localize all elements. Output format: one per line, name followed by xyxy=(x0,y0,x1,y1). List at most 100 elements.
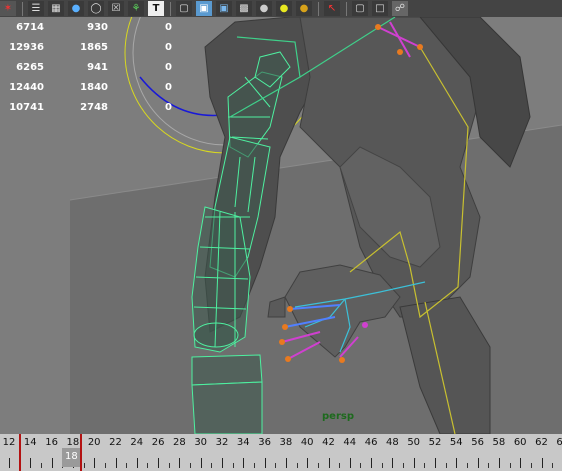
tick-mark-minor xyxy=(83,463,85,468)
viewport-toolbar: ✶ ☰ ▦ ● ◯ ☒ ⚘ T ▢ ▣ ▣ ▩ ● ● ● ↖ ▢ □ ☍ xyxy=(0,0,562,17)
tick-mark-minor xyxy=(339,463,341,468)
tick-mark xyxy=(498,458,500,468)
toolbar-separator xyxy=(318,1,319,16)
tick-mark-minor xyxy=(104,463,106,468)
layer-icon[interactable]: ☰ xyxy=(28,1,44,16)
node-icon[interactable]: ☍ xyxy=(392,1,408,16)
hud-row: 6265 941 0 xyxy=(4,57,172,77)
tick-label: 32 xyxy=(215,437,229,448)
current-frame-label: 18 xyxy=(65,451,78,462)
tick-label: 54 xyxy=(449,437,463,448)
hud-cell: 0 xyxy=(165,101,172,113)
tick-mark-minor xyxy=(275,463,277,468)
tick-mark-minor xyxy=(317,463,319,468)
hud-cell: 12440 xyxy=(9,81,44,93)
tick-mark-minor xyxy=(466,463,468,468)
tick-label: 44 xyxy=(343,437,357,448)
hud-cell: 6265 xyxy=(16,61,44,73)
tick-label: 42 xyxy=(322,437,335,448)
text-icon[interactable]: T xyxy=(148,1,164,16)
tick-mark-minor xyxy=(190,463,192,468)
tick-label: 64 xyxy=(556,437,562,448)
xray-icon[interactable]: ☒ xyxy=(108,1,124,16)
hud-row: 12936 1865 0 xyxy=(4,37,172,57)
hud-cell: 0 xyxy=(165,21,172,33)
tick-label: 58 xyxy=(492,437,506,448)
hud-cell: 12936 xyxy=(9,41,44,53)
tick-mark xyxy=(136,458,138,468)
tick-mark xyxy=(307,458,309,468)
frame-marker-current[interactable] xyxy=(80,434,82,471)
checker-icon[interactable]: ▩ xyxy=(236,1,252,16)
cube-textured-icon[interactable]: ▣ xyxy=(216,1,232,16)
tick-mark xyxy=(115,458,117,468)
light-icon[interactable]: ● xyxy=(276,1,292,16)
sphere-grey-icon[interactable]: ● xyxy=(256,1,272,16)
tick-mark xyxy=(200,458,202,468)
hud-cell: 0 xyxy=(165,81,172,93)
hud-cell: 930 xyxy=(87,21,108,33)
tick-label: 12 xyxy=(2,437,16,448)
tick-mark-minor xyxy=(552,463,554,468)
cube-small-2-icon[interactable]: □ xyxy=(372,1,388,16)
hud-cell: 0 xyxy=(165,61,172,73)
tick-mark xyxy=(222,458,223,468)
hud-cell: 0 xyxy=(165,41,172,53)
tick-label: 28 xyxy=(173,437,186,448)
tick-label: 46 xyxy=(364,437,378,448)
hud-cell: 941 xyxy=(87,61,108,73)
shaded-icon[interactable]: ● xyxy=(68,1,84,16)
cube-outline-icon[interactable]: ▢ xyxy=(176,1,192,16)
tick-mark xyxy=(392,458,394,468)
tick-mark-minor xyxy=(40,463,42,468)
tick-mark-minor xyxy=(168,463,170,468)
tick-label: 52 xyxy=(428,437,442,448)
hud-cell: 6714 xyxy=(16,21,44,33)
tick-mark xyxy=(30,458,32,468)
hud-cell: 10741 xyxy=(9,101,44,113)
sphere-gold-icon[interactable]: ● xyxy=(296,1,312,16)
tick-label: 22 xyxy=(109,437,122,448)
tick-mark xyxy=(243,458,245,468)
tick-mark xyxy=(349,458,351,468)
tick-label: 36 xyxy=(258,437,271,448)
tick-mark-minor xyxy=(445,463,447,468)
tick-mark xyxy=(456,458,458,468)
tick-label: 38 xyxy=(279,437,293,448)
tick-mark-minor xyxy=(296,463,298,468)
tick-label: 34 xyxy=(236,437,250,448)
cube-shaded-icon[interactable]: ▣ xyxy=(196,1,212,16)
camera-label: persp xyxy=(322,411,354,422)
wireframe-icon[interactable]: ◯ xyxy=(88,1,104,16)
tick-mark xyxy=(179,458,181,468)
3d-viewport[interactable]: 6714 930 0 12936 1865 0 6265 941 0 12440 1840 0 1074… xyxy=(0,17,562,434)
cube-small-icon[interactable]: ▢ xyxy=(352,1,368,16)
tick-label: 62 xyxy=(535,437,548,448)
frame-marker-left xyxy=(19,434,21,471)
hud-row: 12440 1840 0 xyxy=(4,77,172,97)
grid-display-icon[interactable]: ▦ xyxy=(48,1,64,16)
time-slider[interactable]: 12 14 16 18 20 22 24 26 28 30 32 34 36 38 40 42 44 46 48 50… xyxy=(0,434,562,471)
tick-mark-minor xyxy=(253,463,255,468)
tick-label: 14 xyxy=(23,437,37,448)
tick-mark xyxy=(541,458,543,468)
tick-label: 26 xyxy=(151,437,165,448)
hud-row: 6714 930 0 xyxy=(4,17,172,37)
pointer-icon[interactable]: ↖ xyxy=(324,1,340,16)
tick-mark xyxy=(285,458,287,468)
tick-mark xyxy=(328,458,330,468)
tick-mark xyxy=(520,458,522,468)
isolate-icon[interactable]: ⚘ xyxy=(128,1,144,16)
tick-mark-minor xyxy=(211,463,213,468)
tick-mark-minor xyxy=(530,463,532,468)
tick-mark xyxy=(413,458,415,468)
tick-mark xyxy=(9,458,10,468)
select-tool-icon[interactable]: ✶ xyxy=(0,1,16,16)
tick-mark xyxy=(94,458,96,468)
hud-cell: 1840 xyxy=(80,81,108,93)
tick-mark-minor xyxy=(147,463,149,468)
tick-mark-minor xyxy=(403,463,405,468)
hud-cell: 1865 xyxy=(80,41,108,53)
tick-mark-minor xyxy=(232,463,234,468)
tick-mark-minor xyxy=(424,463,426,468)
